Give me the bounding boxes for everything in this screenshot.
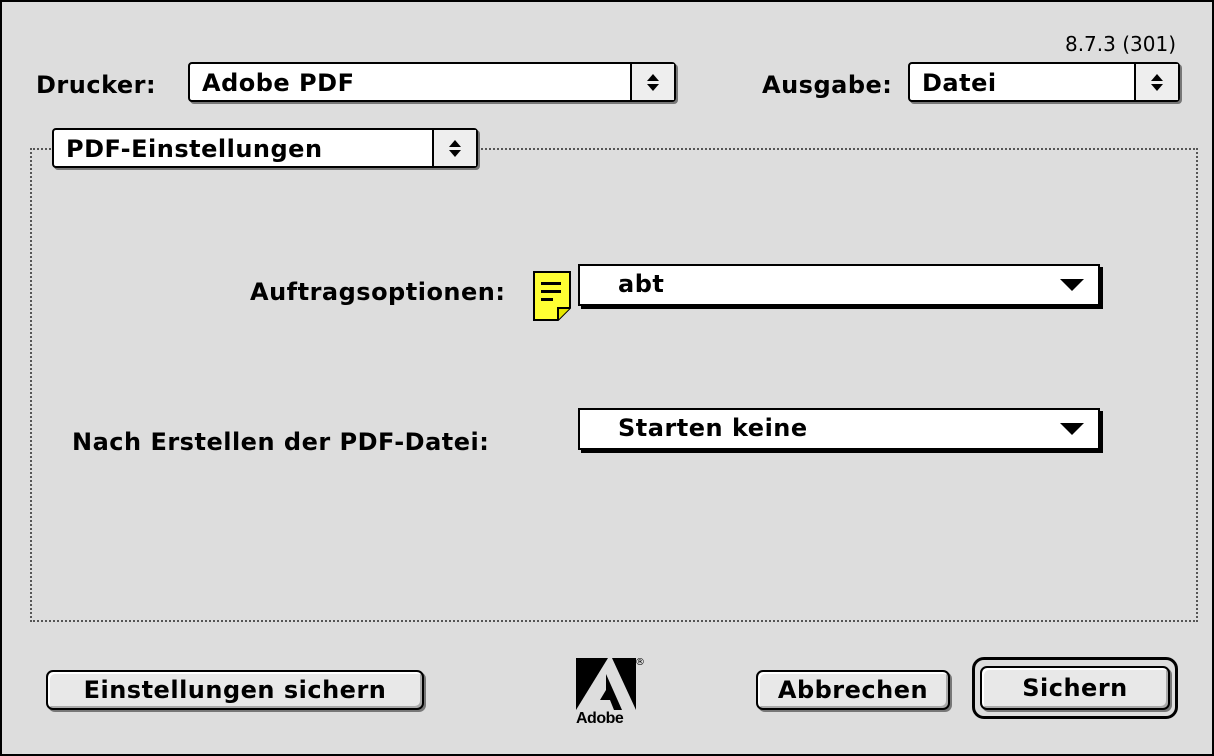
printer-popup[interactable]: Adobe PDF bbox=[188, 62, 676, 102]
stepper-arrows-icon bbox=[630, 64, 674, 100]
stepper-arrows-icon bbox=[432, 130, 476, 166]
chevron-down-icon bbox=[1060, 423, 1084, 435]
after-create-label: Nach Erstellen der PDF-Datei: bbox=[72, 428, 490, 456]
panel-popup[interactable]: PDF-Einstellungen bbox=[52, 128, 478, 168]
save-button[interactable]: Sichern bbox=[980, 666, 1170, 710]
output-popup[interactable]: Datei bbox=[908, 62, 1180, 102]
print-dialog: 8.7.3 (301) Drucker: Adobe PDF Ausgabe: … bbox=[0, 0, 1214, 756]
version-label: 8.7.3 (301) bbox=[1064, 32, 1176, 56]
job-options-value: abt bbox=[618, 270, 665, 298]
output-value: Datei bbox=[922, 69, 997, 97]
cancel-button[interactable]: Abbrechen bbox=[756, 670, 950, 710]
settings-group-box bbox=[30, 148, 1198, 622]
after-create-value: Starten keine bbox=[618, 414, 808, 442]
output-label: Ausgabe: bbox=[762, 71, 893, 99]
panel-value: PDF-Einstellungen bbox=[66, 135, 323, 163]
chevron-down-icon bbox=[1060, 279, 1084, 291]
save-settings-button[interactable]: Einstellungen sichern bbox=[46, 670, 424, 710]
job-options-dropdown[interactable]: abt bbox=[578, 264, 1100, 306]
registered-mark: ® bbox=[635, 657, 645, 668]
stepper-arrows-icon bbox=[1134, 64, 1178, 100]
printer-value: Adobe PDF bbox=[202, 69, 355, 97]
note-icon[interactable] bbox=[532, 270, 572, 322]
after-create-dropdown[interactable]: Starten keine bbox=[578, 408, 1100, 450]
printer-label: Drucker: bbox=[36, 71, 157, 99]
adobe-logo-text: Adobe bbox=[576, 710, 624, 727]
job-options-label: Auftragsoptionen: bbox=[250, 278, 506, 306]
